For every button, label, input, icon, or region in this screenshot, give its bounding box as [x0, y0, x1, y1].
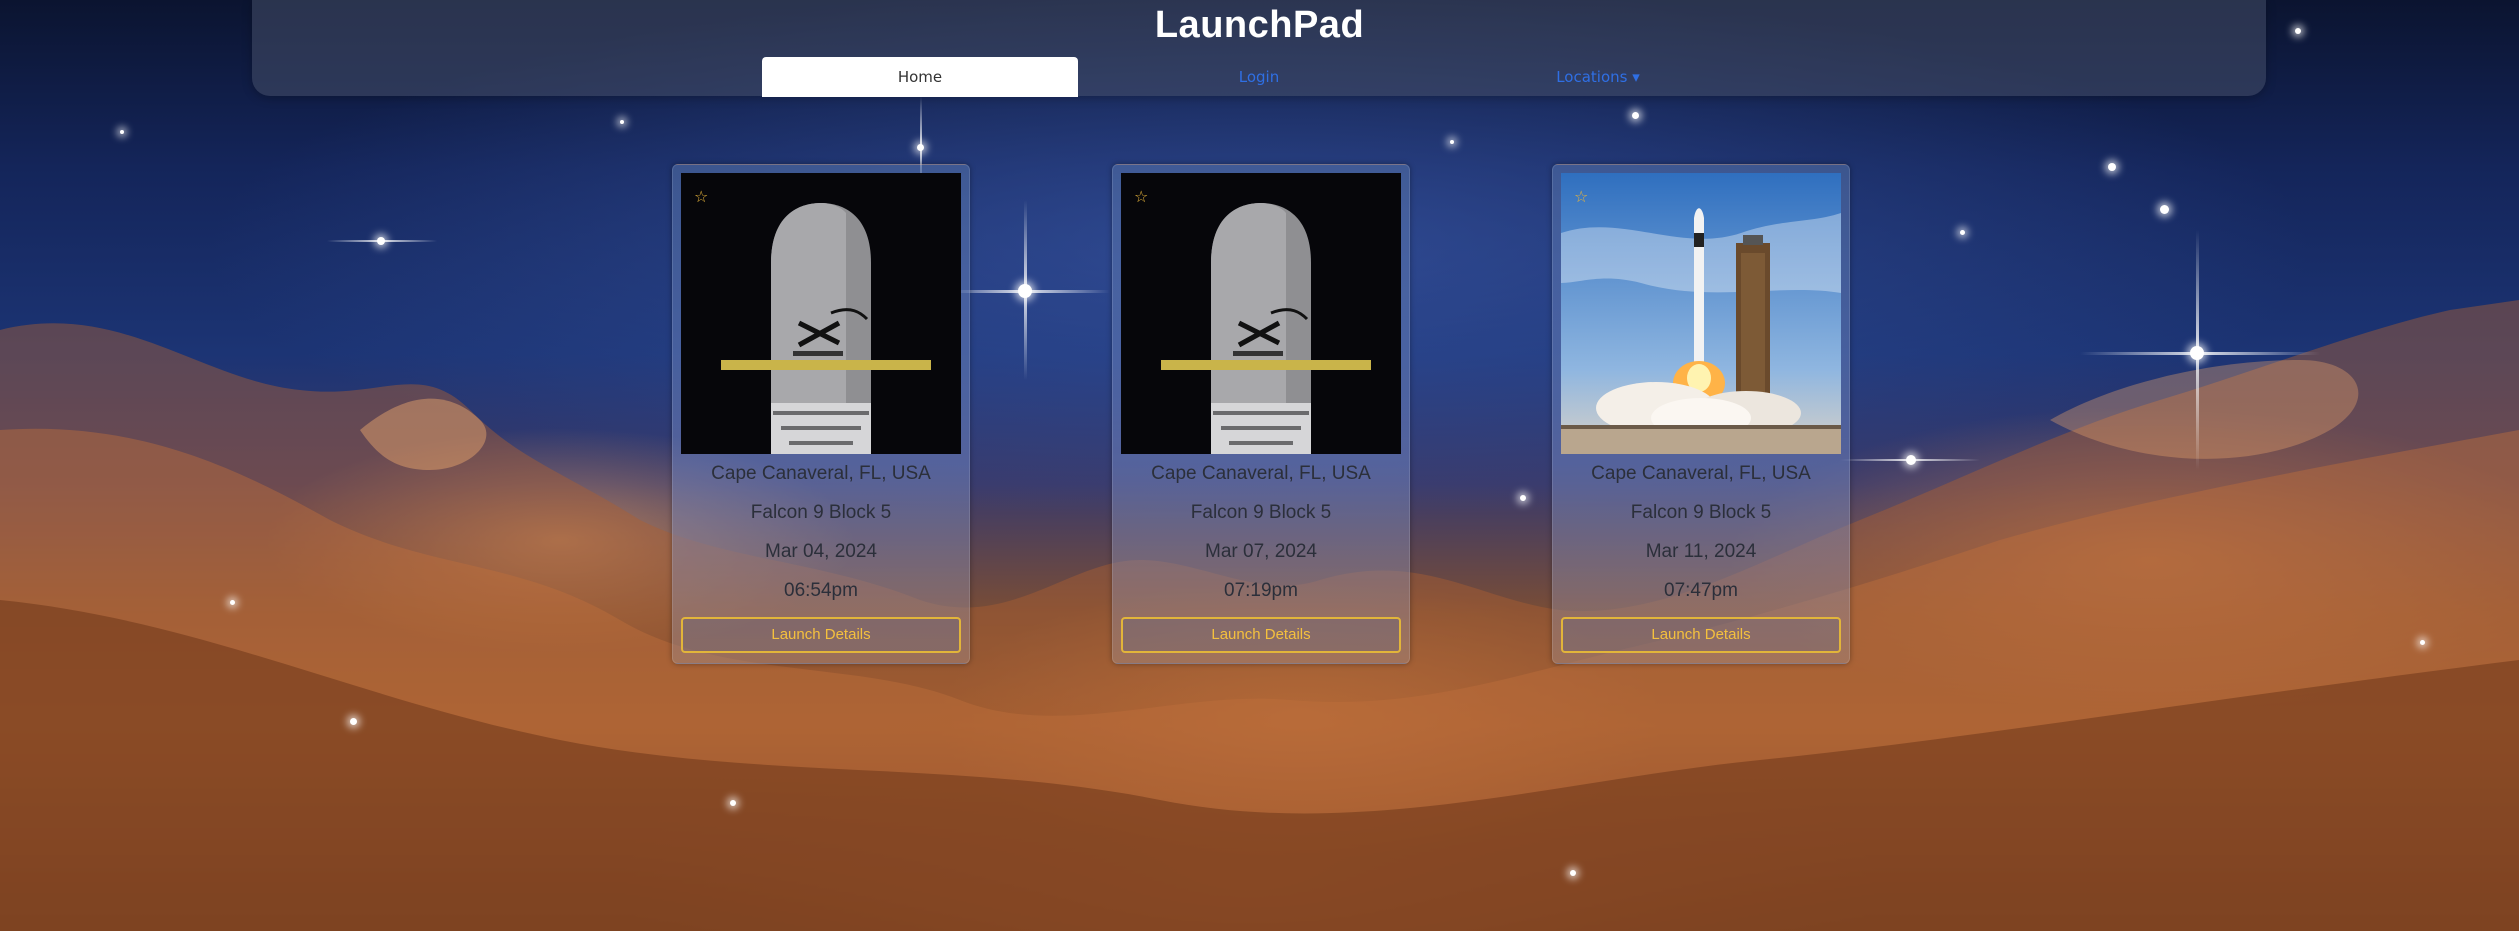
bright-star: [1632, 112, 1639, 119]
launch-date: Mar 07, 2024: [1205, 541, 1317, 562]
launch-time: 06:54pm: [784, 580, 858, 601]
star-flare: [327, 240, 437, 242]
launch-date: Mar 04, 2024: [765, 541, 877, 562]
launch-image-starlink: ☆: [1121, 173, 1401, 454]
launch-location: Cape Canaveral, FL, USA: [1591, 463, 1811, 484]
launch-rocket: Falcon 9 Block 5: [1630, 502, 1772, 523]
bright-star: [620, 120, 624, 124]
launch-card: ☆ Cape Canaveral, FL, USA Falcon 9 Block…: [672, 164, 970, 664]
launch-location: Cape Canaveral, FL, USA: [711, 463, 931, 484]
launch-image-liftoff: ☆: [1561, 173, 1841, 454]
bright-star: [2108, 163, 2116, 171]
launch-time: 07:19pm: [1224, 580, 1298, 601]
nav-tab-home[interactable]: Home: [762, 57, 1078, 97]
nav-tab-login[interactable]: Login: [1101, 57, 1417, 97]
star-outline-icon[interactable]: ☆: [1574, 187, 1588, 206]
launch-location: Cape Canaveral, FL, USA: [1151, 463, 1371, 484]
bright-star: [2160, 205, 2169, 214]
bright-star: [2420, 640, 2425, 645]
launch-rocket: Falcon 9 Block 5: [750, 502, 892, 523]
bright-star: [1520, 495, 1526, 501]
launch-date: Mar 11, 2024: [1645, 541, 1757, 562]
launch-details-button[interactable]: Launch Details: [1121, 617, 1401, 653]
bright-star: [1570, 870, 1576, 876]
launch-card: ☆ Cape Canaveral, FL, USA Falcon 9 Block…: [1552, 164, 1850, 664]
bright-star: [730, 800, 736, 806]
launch-details-button[interactable]: Launch Details: [1561, 617, 1841, 653]
star-flare: [2080, 352, 2320, 355]
bright-star: [120, 130, 124, 134]
star-flare: [1840, 459, 1980, 461]
launch-details-button[interactable]: Launch Details: [681, 617, 961, 653]
bright-star: [1450, 140, 1454, 144]
bright-star: [230, 600, 235, 605]
bright-star: [1960, 230, 1965, 235]
launch-card: ☆ Cape Canaveral, FL, USA Falcon 9 Block…: [1112, 164, 1410, 664]
star-flare: [2196, 230, 2199, 470]
star-outline-icon[interactable]: ☆: [1134, 187, 1148, 206]
nav-tab-locations-dropdown[interactable]: Locations ▾: [1440, 57, 1756, 97]
app-title: LaunchPad: [1154, 4, 1365, 46]
launch-rocket: Falcon 9 Block 5: [1190, 502, 1332, 523]
launch-time: 07:47pm: [1664, 580, 1738, 601]
star-outline-icon[interactable]: ☆: [694, 187, 708, 206]
star-flare: [1024, 200, 1027, 380]
bright-star: [350, 718, 357, 725]
launch-image-starlink: ☆: [681, 173, 961, 454]
